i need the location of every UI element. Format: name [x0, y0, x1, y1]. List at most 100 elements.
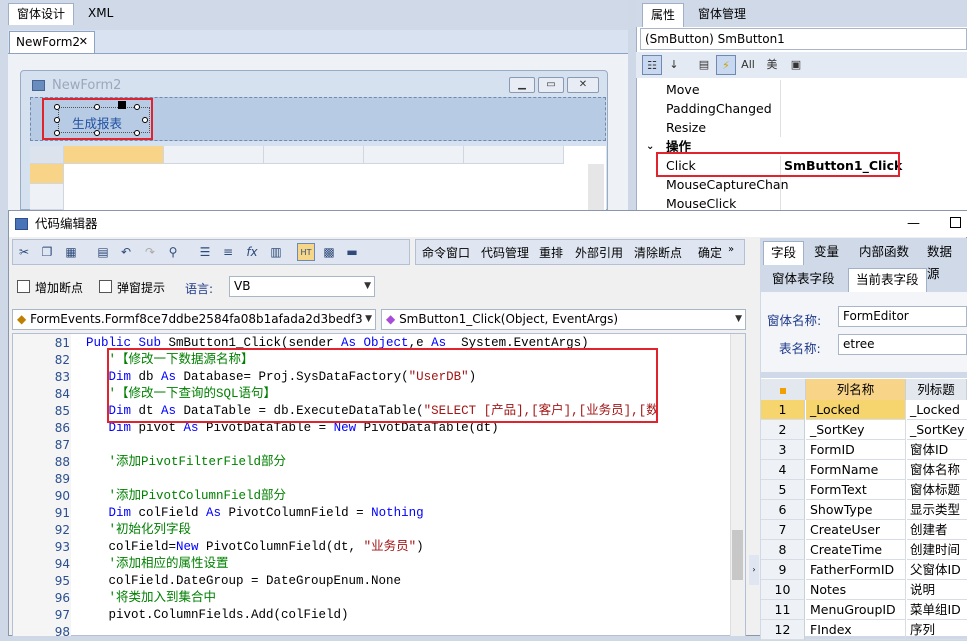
table-row[interactable]: 3 FormID 窗体ID [761, 440, 967, 460]
redo-icon[interactable]: ↷ [141, 243, 159, 261]
line-number[interactable]: 93 [14, 539, 70, 556]
code-line[interactable]: '添加相应的属性设置 [86, 556, 229, 573]
maximize-icon[interactable]: ▭ [538, 77, 564, 93]
tab-form-design[interactable]: 窗体设计 [8, 3, 75, 25]
code-line[interactable]: Dim colField As PivotColumnField = Nothi… [86, 505, 424, 522]
tab-current-table-fields[interactable]: 当前表字段 [848, 268, 927, 292]
line-number[interactable]: 85 [14, 403, 70, 420]
find-icon[interactable]: ⚲ [164, 243, 182, 261]
table-row[interactable]: 9 FatherFormID 父窗体ID [761, 560, 967, 580]
line-number[interactable]: 88 [14, 454, 70, 471]
grid-scrollbar[interactable] [588, 164, 604, 210]
line-number[interactable]: 97 [14, 607, 70, 624]
tab-variables[interactable]: 变量 [807, 241, 846, 265]
line-number[interactable]: 96 [14, 590, 70, 607]
column-header-title[interactable]: 列标题 [906, 379, 967, 400]
line-number[interactable]: 82 [14, 352, 70, 369]
document-tab-newform2[interactable]: NewForm2 ✕ [9, 31, 95, 53]
line-number[interactable]: 95 [14, 573, 70, 590]
table-row[interactable]: 4 FormName 窗体名称 [761, 460, 967, 480]
collapse-icon[interactable]: ⌄ [646, 137, 654, 156]
clear-breakpoints-button[interactable]: 清除断点 [634, 244, 682, 261]
tab-internal-functions[interactable]: 内部函数 [852, 241, 916, 265]
indent-icon[interactable]: ☰ [196, 243, 214, 261]
property-row[interactable]: PaddingChanged [642, 99, 967, 118]
property-pages-icon[interactable]: ▤ [694, 55, 714, 75]
close-icon[interactable]: ✕ [79, 32, 88, 52]
cut-icon[interactable]: ✂ [15, 243, 33, 261]
sort-alpha-icon[interactable]: ↓ [664, 55, 684, 75]
table-row[interactable]: 2 _SortKey _SortKey [761, 420, 967, 440]
tab-fields[interactable]: 字段 [763, 241, 805, 265]
line-number[interactable]: 81 [14, 335, 70, 352]
table-row[interactable]: 12 FIndex 序列 [761, 620, 967, 640]
minimize-icon[interactable]: — [907, 211, 920, 237]
line-number[interactable]: 89 [14, 471, 70, 488]
save-icon[interactable]: ▩ [320, 243, 338, 261]
minimize-icon[interactable]: ▁ [509, 77, 535, 93]
table-row[interactable]: 6 ShowType 显示类型 [761, 500, 967, 520]
print-icon[interactable]: ▬ [343, 243, 361, 261]
table-row[interactable]: 10 Notes 说明 [761, 580, 967, 600]
table-row[interactable]: 1 _Locked _Locked [761, 400, 967, 420]
document-icon[interactable]: ▤ [94, 243, 112, 261]
command-window-button[interactable]: 命令窗口 [422, 244, 470, 261]
code-line[interactable]: colField=New PivotColumnField(dt, "业务员") [86, 539, 424, 556]
table-row[interactable]: 8 CreateTime 创建时间 [761, 540, 967, 560]
external-reference-button[interactable]: 外部引用 [575, 244, 623, 261]
code-line[interactable]: '添加PivotColumnField部分 [86, 488, 287, 505]
code-line[interactable]: colField.DateGroup = DateGroupEnum.None [86, 573, 402, 590]
line-number[interactable]: 90 [14, 488, 70, 505]
settings-icon[interactable]: ▣ [786, 55, 806, 75]
line-number[interactable]: 86 [14, 420, 70, 437]
property-row[interactable]: MouseCaptureChan [642, 175, 967, 194]
events-combo[interactable]: ◆ FormEvents.Formf8ce7ddbe2584fa08b1afad… [12, 309, 376, 330]
add-breakpoint-checkbox[interactable] [17, 280, 30, 293]
tab-xml[interactable]: XML [80, 3, 121, 25]
table-row[interactable]: 5 FormText 窗体标题 [761, 480, 967, 500]
overflow-icon[interactable]: » [728, 244, 734, 255]
popup-hint-checkbox[interactable] [99, 280, 112, 293]
maximize-icon[interactable] [950, 217, 961, 228]
form-name-field[interactable]: FormEditor [838, 306, 967, 327]
code-line[interactable]: '添加PivotFilterField部分 [86, 454, 287, 471]
object-selector[interactable]: (SmButton) SmButton1 [640, 28, 967, 50]
paste-icon[interactable]: ▦ [62, 243, 80, 261]
tab-properties[interactable]: 属性 [642, 3, 685, 27]
line-number[interactable]: 92 [14, 522, 70, 539]
table-row[interactable]: 11 MenuGroupID 菜单组ID [761, 600, 967, 620]
categorized-icon[interactable]: ☷ [642, 55, 662, 75]
line-number[interactable]: 87 [14, 437, 70, 454]
tab-form-table-fields[interactable]: 窗体表字段 [765, 268, 842, 292]
tab-form-management[interactable]: 窗体管理 [690, 3, 754, 27]
outdent-icon[interactable]: ≡ [219, 243, 237, 261]
rearrange-button[interactable]: 重排 [539, 244, 563, 261]
property-row[interactable]: Move [642, 80, 967, 99]
line-number[interactable]: 98 [14, 624, 70, 641]
events-icon[interactable]: ⚡ [716, 55, 736, 75]
code-line[interactable]: '将类加入到集合中 [86, 590, 217, 607]
code-scrollbar[interactable] [730, 334, 745, 636]
line-number[interactable]: 91 [14, 505, 70, 522]
html-icon[interactable]: HT [297, 243, 315, 261]
code-line[interactable]: '初始化列字段 [86, 522, 192, 539]
language-select[interactable]: VB ▼ [229, 276, 375, 297]
function-icon[interactable]: fx [243, 243, 261, 261]
column-header-name[interactable]: 列名称 [806, 379, 906, 400]
splitter-handle[interactable]: › [749, 555, 759, 585]
line-number[interactable]: 94 [14, 556, 70, 573]
confirm-button[interactable]: 确定 [698, 244, 722, 261]
code-management-button[interactable]: 代码管理 [481, 244, 529, 261]
copy-icon[interactable]: ❐ [38, 243, 56, 261]
code-line[interactable]: pivot.ColumnFields.Add(colField) [86, 607, 349, 624]
undo-icon[interactable]: ↶ [117, 243, 135, 261]
line-number[interactable]: 84 [14, 386, 70, 403]
show-all-button[interactable]: All [738, 55, 758, 75]
close-icon[interactable]: ✕ [567, 77, 599, 93]
beautify-button[interactable]: 美 [762, 55, 782, 75]
property-row[interactable]: Resize [642, 118, 967, 137]
method-combo[interactable]: ◆ SmButton1_Click(Object, EventArgs) ▼ [381, 309, 746, 330]
list-icon[interactable]: ▥ [267, 243, 285, 261]
line-number[interactable]: 83 [14, 369, 70, 386]
table-row[interactable]: 7 CreateUser 创建者 [761, 520, 967, 540]
